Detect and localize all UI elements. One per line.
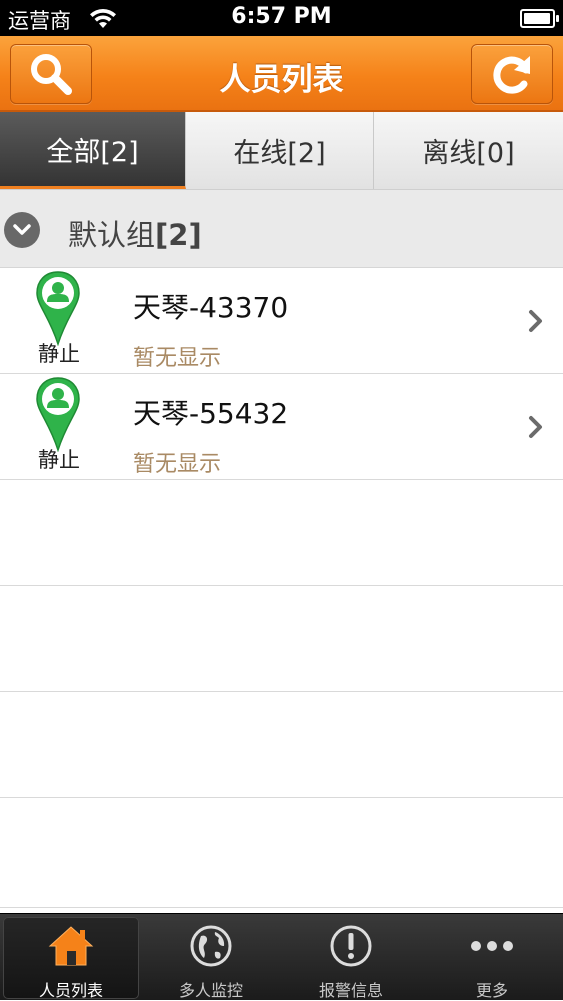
list-item[interactable]: 静止 天琴-55432 暂无显示 bbox=[0, 374, 563, 480]
person-name: 天琴-55432 bbox=[133, 397, 289, 430]
clock: 6:57 PM bbox=[231, 4, 332, 29]
list-item[interactable]: 静止 天琴-43370 暂无显示 bbox=[0, 268, 563, 374]
tab-all[interactable]: 全部[2] bbox=[0, 112, 186, 189]
person-description: 暂无显示 bbox=[133, 452, 222, 477]
tab-bar: 人员列表 多人监控 报警信息 更多 bbox=[0, 913, 563, 1000]
group-name: 默认组 bbox=[68, 218, 156, 252]
refresh-icon bbox=[493, 56, 530, 94]
group-header[interactable]: 默认组[2] bbox=[0, 190, 563, 268]
tabbar-item-person-list[interactable]: 人员列表 bbox=[3, 917, 139, 1000]
person-description: 暂无显示 bbox=[133, 346, 222, 371]
person-name: 天琴-43370 bbox=[133, 291, 289, 324]
more-icon bbox=[471, 941, 513, 951]
refresh-button[interactable] bbox=[471, 44, 553, 104]
tabbar-label: 人员列表 bbox=[38, 981, 103, 1000]
person-state: 静止 bbox=[38, 342, 80, 366]
tabbar-item-more[interactable]: 更多 bbox=[424, 917, 560, 1000]
group-count: [2] bbox=[155, 218, 202, 252]
person-state: 静止 bbox=[38, 448, 80, 472]
battery-icon bbox=[520, 9, 559, 28]
home-icon bbox=[48, 926, 94, 966]
tabbar-label: 多人监控 bbox=[178, 981, 243, 1000]
alert-icon bbox=[330, 925, 372, 967]
location-pin-icon bbox=[36, 377, 80, 452]
chevron-right-icon bbox=[529, 416, 542, 438]
filter-tabs: 全部[2] 在线[2] 离线[0] bbox=[0, 112, 563, 190]
chevron-right-icon bbox=[529, 310, 542, 332]
location-pin-icon bbox=[36, 271, 80, 346]
tab-online[interactable]: 在线[2] bbox=[186, 112, 374, 189]
empty-row bbox=[0, 480, 563, 586]
empty-row bbox=[0, 692, 563, 798]
tabbar-label: 更多 bbox=[475, 981, 508, 1000]
empty-row bbox=[0, 586, 563, 692]
chevron-down-icon bbox=[4, 212, 40, 248]
nav-bar: 人员列表 bbox=[0, 36, 563, 112]
empty-row bbox=[0, 798, 563, 908]
tabbar-item-alarm-info[interactable]: 报警信息 bbox=[283, 917, 419, 1000]
tabbar-label: 报警信息 bbox=[318, 981, 383, 1000]
tab-offline[interactable]: 离线[0] bbox=[374, 112, 563, 189]
tabbar-item-multi-monitor[interactable]: 多人监控 bbox=[143, 917, 279, 1000]
status-bar: 运营商 6:57 PM bbox=[0, 0, 563, 36]
globe-icon bbox=[190, 925, 232, 967]
group-label: 默认组[2] bbox=[68, 212, 202, 254]
